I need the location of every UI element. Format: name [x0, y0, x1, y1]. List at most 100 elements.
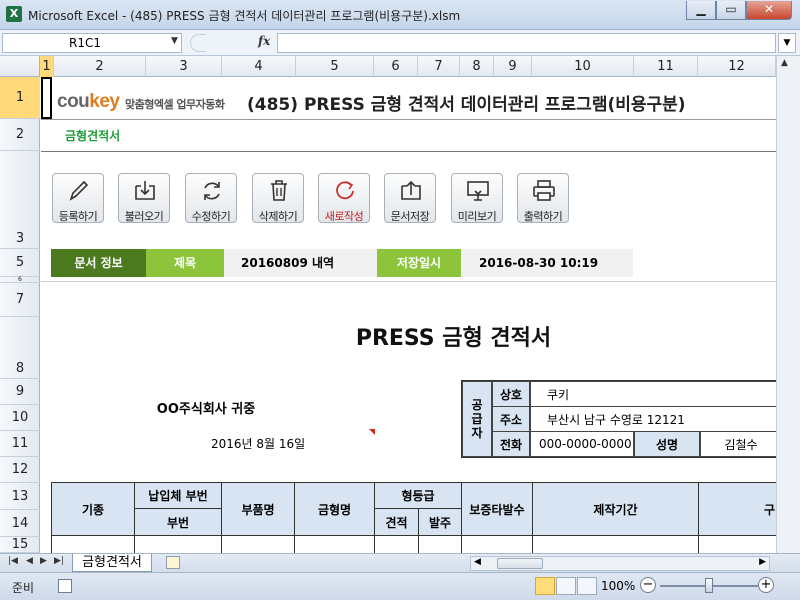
- column-header[interactable]: 6: [374, 56, 418, 77]
- column-header[interactable]: 2: [54, 56, 146, 77]
- zoom-in-button[interactable]: +: [758, 577, 774, 593]
- zoom-level[interactable]: 100%: [601, 579, 635, 593]
- close-button[interactable]: ✕: [746, 1, 792, 20]
- page-layout-button[interactable]: [556, 577, 576, 595]
- sheet-subtitle: 금형견적서: [65, 129, 121, 143]
- expand-formula-button[interactable]: ▼: [778, 33, 796, 53]
- scroll-thumb[interactable]: [497, 558, 543, 569]
- column-header[interactable]: 7: [418, 56, 460, 77]
- name-box[interactable]: R1C1 ▼: [2, 33, 182, 53]
- title-bar: X Microsoft Excel - (485) PRESS 금형 견적서 데…: [0, 0, 800, 30]
- column-header[interactable]: 11: [634, 56, 698, 77]
- table-cell[interactable]: [294, 535, 375, 553]
- company-value[interactable]: 쿠키: [530, 381, 776, 407]
- insert-function-icon[interactable]: fx: [258, 34, 270, 48]
- row-header[interactable]: 7: [0, 283, 40, 317]
- excel-app-icon[interactable]: X: [6, 6, 22, 22]
- program-title: (485) PRESS 금형 견적서 데이터관리 프로그램(비용구분): [247, 95, 686, 115]
- minimize-button[interactable]: ▁: [686, 1, 716, 20]
- zoom-slider-thumb[interactable]: [705, 578, 713, 593]
- sheet-tab-bar: |◀ ◀ ▶ ▶| 금형견적서 ◀ ▶: [0, 553, 800, 572]
- row-header[interactable]: 3: [0, 151, 40, 249]
- table-cell[interactable]: [374, 535, 419, 553]
- column-header[interactable]: 8: [460, 56, 494, 77]
- row-header[interactable]: 1: [0, 77, 40, 119]
- tool-label: 삭제하기: [258, 210, 298, 223]
- horizontal-scrollbar[interactable]: ◀ ▶: [470, 556, 770, 571]
- table-cell[interactable]: [134, 535, 222, 553]
- comment-indicator[interactable]: [369, 429, 375, 435]
- tool-label: 새로작성: [324, 210, 364, 223]
- column-header[interactable]: 12: [698, 56, 776, 77]
- company-label: 상호: [492, 381, 530, 407]
- saved-time-value[interactable]: 2016-08-30 10:19: [479, 249, 598, 277]
- column-header[interactable]: 4: [222, 56, 296, 77]
- table-cell[interactable]: [461, 535, 533, 553]
- print-button[interactable]: 출력하기: [517, 173, 569, 223]
- last-sheet-icon[interactable]: ▶|: [54, 556, 64, 566]
- row-header[interactable]: 8: [0, 317, 40, 379]
- next-sheet-icon[interactable]: ▶: [40, 556, 47, 566]
- table-cell[interactable]: [532, 535, 699, 553]
- delete-button[interactable]: 삭제하기: [252, 173, 304, 223]
- column-header[interactable]: 1: [40, 56, 54, 77]
- maximize-icon: ▭: [725, 2, 737, 16]
- close-icon: ✕: [763, 2, 775, 16]
- new-document-button[interactable]: 새로작성: [318, 173, 370, 223]
- scroll-left-icon[interactable]: ◀: [474, 557, 481, 567]
- insert-sheet-icon[interactable]: [166, 556, 180, 569]
- edit-button[interactable]: 수정하기: [185, 173, 237, 223]
- address-value[interactable]: 부산시 남구 수영로 12121: [530, 406, 776, 432]
- subject-value[interactable]: 20160809 내역: [241, 249, 334, 277]
- document-date[interactable]: 2016년 8월 16일: [211, 435, 305, 452]
- zoom-out-button[interactable]: −: [640, 577, 656, 593]
- recipient[interactable]: OO주식회사 귀중: [106, 398, 306, 417]
- row-header[interactable]: 5: [0, 249, 40, 277]
- macro-record-icon[interactable]: [58, 579, 72, 593]
- coukey-logo: coukey: [57, 91, 120, 113]
- phone-value[interactable]: 000-0000-0000: [530, 431, 634, 457]
- select-all-corner[interactable]: [0, 56, 40, 77]
- column-header[interactable]: 3: [146, 56, 222, 77]
- pencil-icon: [69, 180, 89, 201]
- table-cell[interactable]: [51, 535, 135, 553]
- scroll-right-icon[interactable]: ▶: [759, 557, 766, 567]
- register-button[interactable]: 등록하기: [52, 173, 104, 223]
- table-cell[interactable]: [418, 535, 462, 553]
- column-header[interactable]: 10: [532, 56, 634, 77]
- row-header[interactable]: 15: [0, 537, 40, 553]
- row-header[interactable]: 14: [0, 510, 40, 537]
- row-header[interactable]: 11: [0, 431, 40, 457]
- preview-button[interactable]: 미리보기: [451, 173, 503, 223]
- saved-time-label: 저장일시: [377, 249, 461, 277]
- scroll-up-icon[interactable]: ▲: [781, 58, 788, 68]
- maximize-button[interactable]: ▭: [716, 1, 746, 20]
- save-document-button[interactable]: 문서저장: [384, 173, 436, 223]
- column-header[interactable]: 5: [296, 56, 374, 77]
- load-button[interactable]: 불러오기: [118, 173, 170, 223]
- representative-value[interactable]: 김철수: [700, 431, 776, 457]
- first-sheet-icon[interactable]: |◀: [8, 556, 18, 566]
- chevron-down-icon[interactable]: ▼: [171, 36, 178, 46]
- row-header[interactable]: 12: [0, 457, 40, 483]
- row-header[interactable]: 2: [0, 119, 40, 151]
- row-header[interactable]: 10: [0, 405, 40, 431]
- sheet-tab-quote[interactable]: 금형견적서: [72, 554, 152, 572]
- page-break-button[interactable]: [577, 577, 597, 595]
- column-header[interactable]: 9: [494, 56, 532, 77]
- row-header[interactable]: 9: [0, 379, 40, 405]
- vertical-scrollbar[interactable]: ▲: [776, 56, 800, 553]
- table-cell[interactable]: [221, 535, 295, 553]
- column-headers: 1 2 3 4 5 6 7 8 9 10 11 12: [0, 56, 800, 77]
- supplier-table: 공 급 자 상호 쿠키 주소 부산시 남구 수영로 12121 전화 000-0…: [461, 380, 776, 458]
- header-die-grade: 형등급: [374, 482, 462, 509]
- tool-label: 등록하기: [58, 210, 98, 223]
- formula-input[interactable]: [277, 33, 776, 53]
- worksheet[interactable]: coukey 맞춤형엑셀 업무자동화 (485) PRESS 금형 견적서 데이…: [41, 77, 776, 553]
- normal-view-button[interactable]: [535, 577, 555, 595]
- table-cell[interactable]: [698, 535, 776, 553]
- address-label: 주소: [492, 406, 530, 432]
- row-header[interactable]: 13: [0, 483, 40, 510]
- prev-sheet-icon[interactable]: ◀: [26, 556, 33, 566]
- active-cell[interactable]: [41, 77, 52, 119]
